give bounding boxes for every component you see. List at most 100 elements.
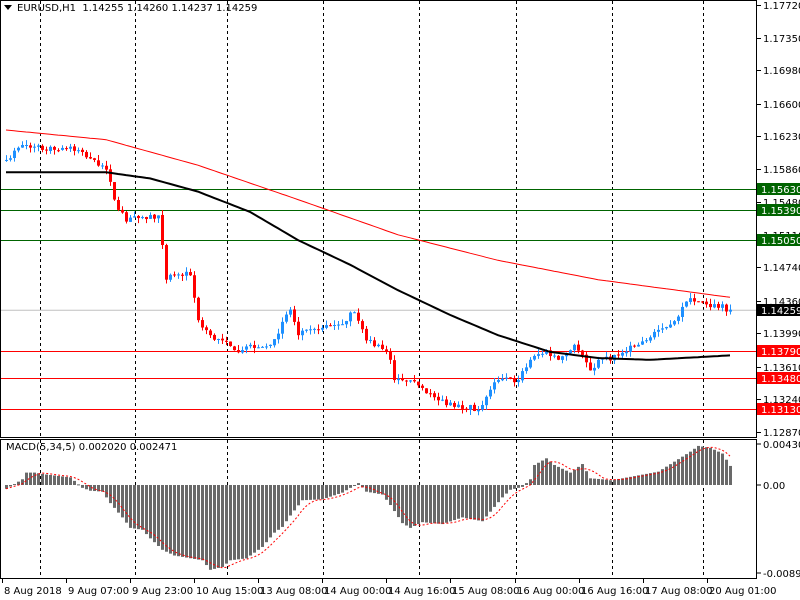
macd-bar (589, 478, 592, 485)
macd-bar (277, 485, 280, 530)
macd-bar (197, 485, 200, 560)
candle-body (289, 309, 292, 315)
macd-bar (265, 485, 268, 543)
candle (461, 400, 464, 414)
candle-body (597, 359, 600, 368)
candle-body (517, 380, 520, 383)
macd-bar (553, 464, 556, 485)
candle (137, 214, 140, 224)
candle (249, 342, 252, 349)
candle-body (653, 331, 656, 338)
level-lines[interactable] (1, 189, 756, 410)
candle (537, 349, 540, 359)
candle-body (9, 158, 12, 160)
candle (33, 143, 36, 153)
macd-bar (293, 485, 296, 511)
macd-bar (285, 485, 288, 522)
macd-bar (581, 464, 584, 485)
candle (173, 271, 176, 278)
candle-body (85, 151, 88, 158)
candle-body (673, 321, 676, 325)
candle-body (201, 320, 204, 328)
candle-body (321, 327, 324, 330)
macd-label: MACD(5,34,5) (6, 442, 76, 453)
candle-body (333, 325, 336, 327)
macd-bar (569, 472, 572, 485)
level-price-label: 1.13480 (761, 374, 800, 385)
candle-body (473, 404, 476, 412)
candle-body (617, 354, 620, 356)
time-axis-label: 16 Aug 00:00 (517, 586, 584, 597)
candle-body (349, 312, 352, 322)
candle (661, 323, 664, 334)
collapse-triangle-icon[interactable] (4, 5, 12, 10)
macd-bar (161, 485, 164, 550)
macd-bar (177, 485, 180, 557)
candle-body (369, 339, 372, 341)
candle (429, 389, 432, 398)
candle-body (117, 200, 120, 210)
candle-body (285, 314, 288, 322)
candle (141, 215, 144, 220)
candle (393, 355, 396, 383)
price-axis[interactable]: 1.17720 1.17350 1.16980 1.16600 1.16230 1.158… (757, 1, 800, 439)
candle (669, 320, 672, 329)
candle-body (705, 301, 708, 305)
candle-body (21, 144, 24, 148)
price-axis-label: 1.16600 (763, 100, 800, 111)
macd-axis-bottom: -0.008953 (763, 569, 800, 580)
macd-bar (549, 461, 552, 485)
macd-bar (437, 485, 440, 524)
candle-body (13, 150, 16, 159)
macd-bar (669, 464, 672, 485)
candle-body (33, 146, 36, 148)
macd-bar (585, 471, 588, 485)
macd-bar (449, 485, 452, 522)
candle (593, 363, 596, 376)
macd-bar (341, 485, 344, 493)
candle-body (261, 346, 264, 348)
price-axis-label: 1.16230 (763, 132, 800, 143)
candle (677, 314, 680, 325)
candle (645, 337, 648, 343)
time-axis[interactable]: 8 Aug 2018 9 Aug 07:00 9 Aug 23:00 10 Aug 1… (2, 579, 777, 597)
macd-bar (505, 485, 508, 494)
candle (497, 376, 500, 384)
price-axis-label: 1.16980 (763, 66, 800, 77)
candle (405, 379, 408, 387)
candle-body (569, 350, 572, 354)
candle-body (709, 303, 712, 308)
candle (265, 343, 268, 350)
candle-body (105, 165, 108, 170)
macd-main-value: 0.002020 (78, 442, 127, 453)
symbol-timeframe: EURUSD,H1 (17, 3, 77, 14)
macd-bar (225, 485, 228, 564)
time-axis-label: 13 Aug 08:00 (260, 586, 327, 597)
macd-bar (353, 485, 356, 486)
time-axis-label: 9 Aug 23:00 (132, 586, 193, 597)
macd-bar (169, 485, 172, 554)
candle (125, 210, 128, 224)
candle-body (501, 378, 504, 381)
candle (185, 267, 188, 281)
candle-body (281, 321, 284, 334)
candle (317, 324, 320, 335)
candle-body (213, 334, 216, 340)
price-chart[interactable]: 1.17720 1.17350 1.16980 1.16600 1.16230 1.158… (0, 0, 800, 600)
macd-bar (377, 485, 380, 494)
macd-bar (357, 483, 360, 485)
candle-body (525, 367, 528, 372)
candle-body (677, 316, 680, 321)
candle-body (269, 344, 272, 347)
candle (261, 345, 264, 348)
candle (401, 373, 404, 382)
macd-bar (105, 485, 108, 498)
price-axis-label: 1.17350 (763, 34, 800, 45)
candle (625, 347, 628, 357)
macd-bar (337, 485, 340, 494)
candle (149, 212, 152, 220)
candle (325, 320, 328, 330)
candle-body (265, 346, 268, 348)
candle (21, 141, 24, 148)
candle (553, 353, 556, 359)
